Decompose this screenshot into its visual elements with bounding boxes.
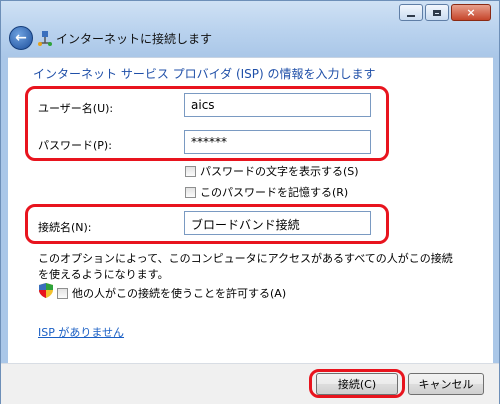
connection-name-label: 接続名(N): bbox=[38, 221, 92, 234]
checkbox-box[interactable] bbox=[185, 186, 196, 198]
uac-shield-icon bbox=[39, 283, 53, 298]
password-input[interactable]: ****** bbox=[184, 130, 371, 154]
page-heading: インターネット サービス プロバイダ (ISP) の情報を入力します bbox=[33, 67, 376, 81]
back-button[interactable]: ← bbox=[9, 26, 33, 50]
close-icon: × bbox=[466, 6, 476, 19]
close-button[interactable]: × bbox=[451, 4, 491, 21]
description-text: このオプションによって、このコンピュータにアクセスがあるすべての人がこの接続を使… bbox=[38, 252, 453, 281]
cancel-button[interactable]: キャンセル bbox=[408, 373, 484, 395]
connection-name-input[interactable]: ブロードバンド接続 bbox=[184, 211, 371, 235]
dialog-window: × ← インターネットに接続します インターネット サービス プロバイダ (IS… bbox=[0, 0, 500, 404]
allow-others-label: 他の人がこの接続を使うことを許可する(A) bbox=[72, 287, 287, 300]
network-icon bbox=[38, 31, 52, 46]
remember-password-checkbox[interactable]: このパスワードを記憶する(R) bbox=[185, 184, 348, 200]
back-arrow-icon: ← bbox=[15, 30, 27, 46]
minimize-button[interactable] bbox=[399, 4, 423, 21]
maximize-icon bbox=[433, 9, 441, 16]
window-title: インターネットに接続します bbox=[56, 32, 213, 46]
password-label: パスワード(P): bbox=[38, 139, 112, 152]
minimize-icon bbox=[407, 14, 415, 17]
connect-button[interactable]: 接続(C) bbox=[316, 373, 398, 395]
allow-others-checkbox[interactable]: 他の人がこの接続を使うことを許可する(A) bbox=[57, 285, 286, 301]
show-password-label: パスワードの文字を表示する(S) bbox=[200, 165, 359, 178]
show-password-checkbox[interactable]: パスワードの文字を表示する(S) bbox=[185, 163, 359, 179]
maximize-button[interactable] bbox=[425, 4, 449, 21]
remember-password-label: このパスワードを記憶する(R) bbox=[200, 186, 349, 199]
username-label: ユーザー名(U): bbox=[38, 102, 114, 115]
window-controls: × bbox=[397, 4, 491, 21]
username-input[interactable]: aics bbox=[184, 93, 371, 117]
checkbox-box[interactable] bbox=[185, 165, 196, 177]
no-isp-link[interactable]: ISP がありません bbox=[38, 324, 124, 340]
checkbox-box[interactable] bbox=[57, 287, 68, 299]
